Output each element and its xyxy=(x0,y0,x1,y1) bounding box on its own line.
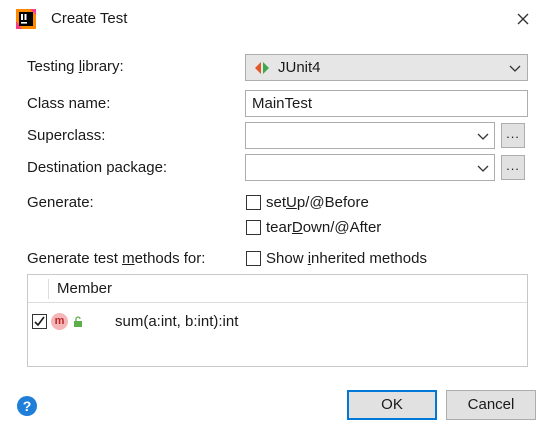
methods-for-label: Generate test methods for: xyxy=(27,250,206,267)
table-row[interactable]: m sum(a:int, b:int):int xyxy=(28,310,527,334)
cancel-button[interactable]: Cancel xyxy=(446,390,536,420)
public-lock-icon xyxy=(74,316,82,327)
chevron-down-icon xyxy=(477,133,489,140)
superclass-browse-button[interactable]: ... xyxy=(501,123,525,148)
method-icon: m xyxy=(51,313,68,330)
close-icon[interactable] xyxy=(510,6,536,32)
method-signature: sum(a:int, b:int):int xyxy=(115,313,239,330)
destination-package-browse-button[interactable]: ... xyxy=(501,155,525,180)
row-checkbox[interactable] xyxy=(32,314,47,329)
dialog-title: Create Test xyxy=(51,10,128,27)
destination-package-label: Destination package: xyxy=(27,159,168,176)
chevron-down-icon xyxy=(509,65,521,72)
show-inherited-checkbox[interactable] xyxy=(246,251,261,266)
testing-library-label: Testing library: xyxy=(27,58,124,75)
members-table[interactable]: Member m sum(a:int, b:int):int xyxy=(27,274,528,367)
setup-checkbox[interactable] xyxy=(246,195,261,210)
destination-package-combo[interactable] xyxy=(245,154,495,181)
generate-label: Generate: xyxy=(27,194,94,211)
column-header-member[interactable]: Member xyxy=(57,279,112,299)
intellij-app-icon xyxy=(16,9,36,29)
testing-library-value: JUnit4 xyxy=(278,59,321,76)
chevron-down-icon xyxy=(477,165,489,172)
testing-library-select[interactable]: JUnit4 xyxy=(245,54,528,81)
superclass-label: Superclass: xyxy=(27,127,106,144)
class-name-label: Class name: xyxy=(27,95,111,112)
table-header: Member xyxy=(28,275,527,303)
teardown-checkbox[interactable] xyxy=(246,220,261,235)
help-icon[interactable]: ? xyxy=(17,396,37,416)
class-name-value: MainTest xyxy=(252,95,313,112)
checkmark-icon xyxy=(34,316,45,327)
teardown-checkbox-label[interactable]: tearDown/@After xyxy=(266,218,381,238)
superclass-combo[interactable] xyxy=(245,122,495,149)
column-separator xyxy=(48,279,49,299)
junit-icon xyxy=(255,62,269,74)
ok-button[interactable]: OK xyxy=(347,390,437,420)
setup-checkbox-label[interactable]: setUp/@Before xyxy=(266,193,369,213)
show-inherited-label[interactable]: Show inherited methods xyxy=(266,249,427,269)
class-name-field[interactable]: MainTest xyxy=(245,90,528,117)
